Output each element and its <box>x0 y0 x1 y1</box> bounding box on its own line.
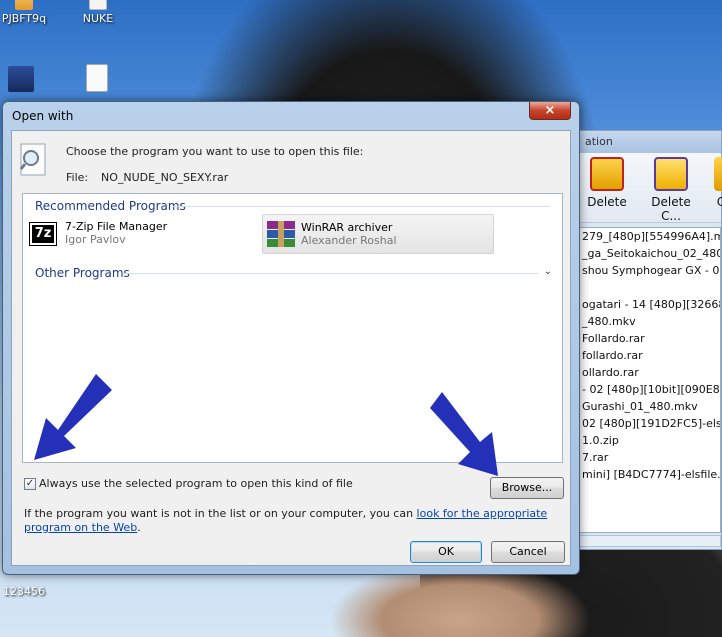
desktop-icon-label: PJBFT9q <box>1 12 47 25</box>
comment-button-label: C <box>716 195 722 209</box>
file-name: NO_NUDE_NO_SEXY.rar <box>101 171 229 184</box>
delete-icon <box>590 157 624 191</box>
file-label: File: <box>66 171 89 184</box>
background-archive-window[interactable]: ation Delete Delete C... C 279_[480p][55… <box>566 130 722 550</box>
open-with-dialog: Open with × Choose the program you want … <box>2 101 580 575</box>
group-divider <box>173 206 550 207</box>
background-window-toolbar: Delete Delete C... C <box>567 153 722 223</box>
dialog-client-area: Choose the program you want to use to op… <box>11 130 571 566</box>
list-item[interactable]: 279_[480p][554996A4].mkv <box>572 228 720 245</box>
dialog-title: Open with <box>12 109 74 123</box>
7zip-icon-text: 7z <box>30 223 56 245</box>
comment-icon <box>714 157 722 191</box>
help-text: If the program you want is not in the li… <box>24 507 569 535</box>
list-item[interactable]: - 02 [480p][10bit][090E828E <box>572 381 720 398</box>
always-use-label[interactable]: Always use the selected program to open … <box>39 477 353 490</box>
recommended-programs-header: Recommended Programs <box>35 199 186 213</box>
list-item[interactable] <box>572 279 720 296</box>
delete-copy-button-label: Delete C... <box>651 195 691 223</box>
image-thumbnail-icon <box>8 66 34 92</box>
desktop-icon-label: NUKE <box>82 12 114 25</box>
chevron-down-icon[interactable]: ⌄ <box>544 266 552 277</box>
document-icon <box>86 64 108 92</box>
desktop-icon-label: 123456 <box>3 585 45 598</box>
delete-button-label: Delete <box>587 195 627 209</box>
list-item[interactable]: ogatari - 14 [480p][32668DA3 <box>572 296 720 313</box>
delete-button[interactable]: Delete <box>585 157 629 209</box>
list-item[interactable]: 1.0.zip <box>572 432 720 449</box>
browse-button[interactable]: Browse... <box>490 477 564 499</box>
close-button[interactable]: × <box>529 102 571 120</box>
program-publisher: Igor Pavlov <box>65 233 126 246</box>
file-icon <box>89 0 107 10</box>
help-text-suffix: . <box>137 521 141 534</box>
file-icon <box>15 0 33 10</box>
program-item-7zip[interactable]: 7z 7-Zip File Manager Igor Pavlov <box>27 214 257 254</box>
group-divider <box>123 273 538 274</box>
program-name: 7-Zip File Manager <box>65 220 168 233</box>
list-item[interactable]: follardo.rar <box>572 347 720 364</box>
delete-copy-button[interactable]: Delete C... <box>643 157 699 223</box>
horizontal-scrollbar[interactable] <box>571 535 721 547</box>
delete-copy-icon <box>654 157 688 191</box>
program-item-winrar[interactable]: WinRAR archiver Alexander Roshal <box>262 214 494 254</box>
list-item[interactable]: Follardo.rar <box>572 330 720 347</box>
7zip-icon: 7z <box>29 222 57 246</box>
list-item[interactable]: Gurashi_01_480.mkv <box>572 398 720 415</box>
list-item[interactable]: shou Symphogear GX - 01 [ <box>572 262 720 279</box>
always-use-checkbox[interactable]: ✓ <box>24 478 36 490</box>
list-item[interactable]: 7.rar <box>572 449 720 466</box>
ok-button[interactable]: OK <box>410 541 482 563</box>
other-programs-header[interactable]: Other Programs <box>35 266 130 280</box>
comment-button[interactable]: C <box>711 157 722 209</box>
desktop-icon-image[interactable] <box>6 66 36 94</box>
desktop-icon-nuke[interactable]: NUKE <box>78 0 118 25</box>
prompt-text: Choose the program you want to use to op… <box>66 145 364 158</box>
list-item[interactable]: mini] [B4DC7774]-elsfile.com.r <box>572 466 720 483</box>
desktop-icon-123456[interactable]: 123456 <box>2 585 46 598</box>
annotation-arrow-browse <box>430 392 498 476</box>
program-name: WinRAR archiver <box>301 221 393 234</box>
winrar-icon <box>267 221 295 247</box>
file-list[interactable]: 279_[480p][554996A4].mkv _ga_Seitokaicho… <box>571 227 721 533</box>
program-publisher: Alexander Roshal <box>301 234 397 247</box>
cancel-button[interactable]: Cancel <box>491 541 565 563</box>
list-item[interactable]: 02 [480p][191D2FC5]-elsfile. <box>572 415 720 432</box>
list-item[interactable]: _ga_Seitokaichou_02_480.mk <box>572 245 720 262</box>
list-item[interactable]: ollardo.rar <box>572 364 720 381</box>
help-text-prefix: If the program you want is not in the li… <box>24 507 417 520</box>
desktop-icon-document[interactable] <box>84 64 110 94</box>
desktop-icon-pjbft9q[interactable]: PJBFT9q <box>0 0 48 25</box>
annotation-arrow-checkbox <box>34 374 112 460</box>
list-item[interactable]: _480.mkv <box>572 313 720 330</box>
background-window-title: ation <box>567 131 721 153</box>
magnifier-document-icon <box>18 143 48 177</box>
